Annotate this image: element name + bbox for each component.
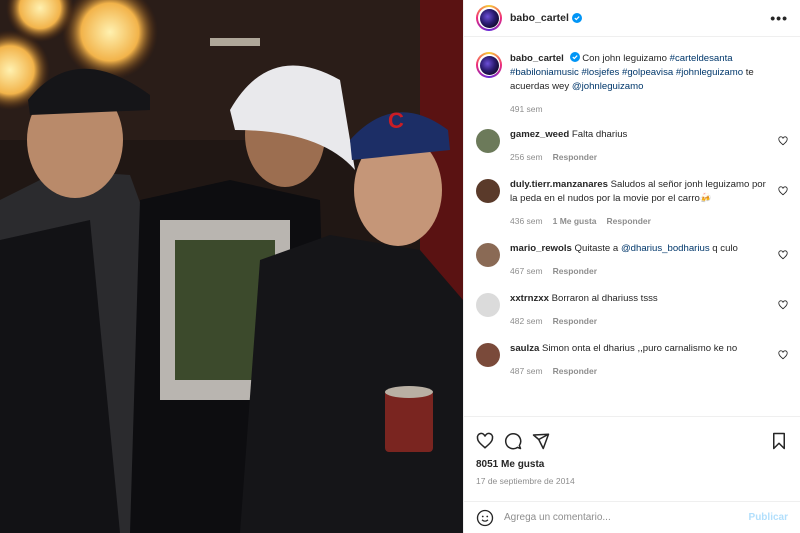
comment-icon[interactable] (504, 432, 522, 450)
comment-mention[interactable]: @dharius_bodharius (621, 243, 710, 254)
heart-icon[interactable] (476, 432, 494, 450)
comment-author[interactable]: gamez_weed (510, 129, 569, 140)
comment-like-icon[interactable] (778, 250, 788, 260)
comment-input[interactable] (504, 512, 749, 523)
comment-item: saulza Simon onta el dharius ,,puro carn… (476, 342, 788, 378)
comment-text: Falta dharius (571, 129, 628, 140)
verified-badge-icon (569, 52, 580, 62)
comment-time[interactable]: 487 sem (510, 366, 543, 376)
post-date: 17 de septiembre de 2014 (476, 476, 575, 486)
verified-badge-icon (571, 13, 582, 23)
share-icon[interactable] (532, 432, 550, 450)
caption-avatar[interactable] (476, 52, 502, 78)
emoji-icon[interactable] (476, 509, 494, 527)
comment-author[interactable]: saulza (510, 343, 539, 354)
caption-author[interactable]: babo_cartel (510, 53, 564, 64)
post-footer: 8051 Me gusta 17 de septiembre de 2014 P… (464, 416, 800, 533)
reply-button[interactable]: Responder (607, 216, 651, 226)
comment-text: Quitaste a (574, 243, 621, 254)
add-comment-bar: Publicar (464, 501, 800, 533)
comment-text-suffix: q culo (709, 243, 738, 254)
commenter-avatar[interactable] (476, 243, 500, 267)
comment-like-icon[interactable] (778, 186, 788, 196)
comment-time[interactable]: 436 sem (510, 216, 543, 226)
reply-button[interactable]: Responder (553, 316, 597, 326)
more-options-button[interactable]: ••• (770, 10, 788, 26)
reply-button[interactable]: Responder (553, 366, 597, 376)
post-photo[interactable]: C (0, 0, 463, 533)
comment-item: duly.tierr.manzanares Saludos al señor j… (476, 178, 788, 228)
caption-text: Con john leguizamo (582, 53, 670, 64)
comment-item: xxtrnzxx Borraron al dhariuss tsss 482 s… (476, 292, 788, 328)
reply-button[interactable]: Responder (553, 152, 597, 162)
post-caption: babo_cartel Con john leguizamo #cartelde… (476, 52, 788, 116)
commenter-avatar[interactable] (476, 179, 500, 203)
action-bar (464, 417, 800, 455)
comment-like-icon[interactable] (778, 350, 788, 360)
author-avatar[interactable] (476, 5, 502, 31)
caption-time[interactable]: 491 sem (510, 104, 543, 114)
post-header: babo_cartel ••• (464, 0, 800, 37)
reply-button[interactable]: Responder (553, 266, 597, 276)
publish-button[interactable]: Publicar (749, 512, 788, 523)
author-username[interactable]: babo_cartel (510, 12, 569, 24)
commenter-avatar[interactable] (476, 343, 500, 367)
post-detail-panel: babo_cartel ••• babo_cartel Con john leg… (463, 0, 800, 533)
comment-item: gamez_weed Falta dharius 256 sem Responde… (476, 128, 788, 164)
comment-author[interactable]: mario_rewols (510, 243, 572, 254)
comment-author[interactable]: duly.tierr.manzanares (510, 179, 608, 190)
caption-mention[interactable]: @johnleguizamo (572, 81, 644, 92)
comment-time[interactable]: 256 sem (510, 152, 543, 162)
comment-item: mario_rewols Quitaste a @dharius_bodhari… (476, 242, 788, 278)
bookmark-icon[interactable] (770, 432, 788, 450)
comment-text: Simon onta el dharius ,,puro carnalismo … (542, 343, 738, 354)
comment-likes[interactable]: 1 Me gusta (553, 216, 597, 226)
comment-like-icon[interactable] (778, 300, 788, 310)
post-image: C (0, 0, 463, 533)
commenter-avatar[interactable] (476, 293, 500, 317)
svg-text:C: C (388, 108, 404, 133)
comment-time[interactable]: 467 sem (510, 266, 543, 276)
comment-author[interactable]: xxtrnzxx (510, 293, 549, 304)
comment-text: Borraron al dhariuss tsss (551, 293, 658, 304)
comments-list[interactable]: babo_cartel Con john leguizamo #cartelde… (464, 38, 800, 416)
comment-time[interactable]: 482 sem (510, 316, 543, 326)
comment-like-icon[interactable] (778, 136, 788, 146)
commenter-avatar[interactable] (476, 129, 500, 153)
likes-count[interactable]: 8051 Me gusta (464, 455, 800, 470)
